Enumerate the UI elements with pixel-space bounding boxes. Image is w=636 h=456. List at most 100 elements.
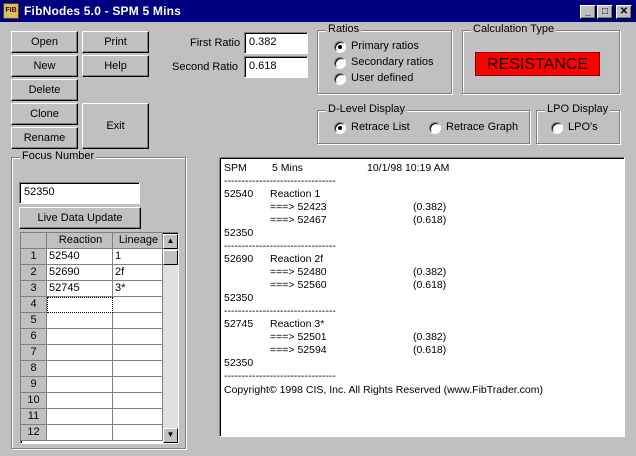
grid-row-number[interactable]: 9 [21, 377, 47, 393]
grid-row-number[interactable]: 10 [21, 393, 47, 409]
reaction-cell[interactable] [47, 425, 113, 441]
reaction-cell[interactable] [47, 345, 113, 361]
retrace-level: ===> 52501 [270, 331, 327, 343]
lineage-cell[interactable] [113, 361, 163, 377]
reaction-cell[interactable] [47, 393, 113, 409]
focus-number-line: 52350 [224, 292, 254, 304]
output-symbol: SPM [224, 162, 247, 174]
lpo-display-title: LPO Display [545, 103, 611, 115]
lineage-cell[interactable] [113, 345, 163, 361]
radio-icon [551, 122, 563, 134]
focus-number-line: 52350 [224, 357, 254, 369]
grid-row-number[interactable]: 3 [21, 281, 47, 297]
reaction-column-header[interactable]: Reaction [47, 233, 113, 249]
live-data-update-button[interactable]: Live Data Update [19, 207, 141, 229]
app-icon: FIB [3, 3, 19, 19]
reaction-cell[interactable] [47, 297, 113, 313]
grid-row-number[interactable]: 2 [21, 265, 47, 281]
retrace-level: ===> 52480 [270, 266, 327, 278]
retrace-ratio: (0.618) [413, 279, 447, 291]
grid-row-number[interactable]: 12 [21, 425, 47, 441]
focus-number-input[interactable]: 52350 [19, 182, 140, 204]
retrace-graph-label: Retrace Graph [446, 121, 519, 133]
reaction-cell[interactable] [47, 409, 113, 425]
retrace-ratio: (0.382) [413, 266, 447, 278]
scroll-down-icon[interactable]: ▼ [163, 428, 178, 443]
primary-ratios-label: Primary ratios [351, 40, 419, 52]
lineage-cell[interactable] [113, 313, 163, 329]
grid-row-number[interactable]: 8 [21, 361, 47, 377]
reaction-cell[interactable]: 52745 [47, 281, 113, 297]
lpo-display-group: LPO Display LPO's [536, 103, 620, 144]
reaction-label: Reaction 2f [270, 253, 324, 265]
secondary-ratios-label: Secondary ratios [351, 56, 434, 68]
reaction-cell[interactable]: 52690 [47, 265, 113, 281]
grid-row-number[interactable]: 5 [21, 313, 47, 329]
retrace-output-panel[interactable]: SPM 5 Mins 10/1/98 10:19 AM ---------------… [219, 157, 625, 437]
grid-row-number[interactable]: 4 [21, 297, 47, 313]
close-button[interactable]: ✕ [616, 5, 632, 19]
lineage-cell[interactable]: 2f [113, 265, 163, 281]
radio-icon [334, 57, 346, 69]
rename-button[interactable]: Rename [11, 127, 78, 149]
first-ratio-input[interactable]: 0.382 [244, 32, 308, 54]
reaction-cell[interactable] [47, 377, 113, 393]
retrace-level: ===> 52594 [270, 344, 327, 356]
reaction-cell[interactable] [47, 313, 113, 329]
radio-selected-icon [334, 122, 346, 134]
calculation-type-indicator[interactable]: RESISTANCE [475, 52, 600, 76]
d-level-display-title: D-Level Display [326, 103, 408, 115]
radio-icon [334, 73, 346, 85]
exit-button[interactable]: Exit [82, 103, 149, 149]
help-button[interactable]: Help [82, 55, 149, 77]
clone-button[interactable]: Clone [11, 103, 78, 125]
lineage-cell[interactable] [113, 377, 163, 393]
reaction-price: 52690 [224, 253, 254, 265]
reaction-label: Reaction 3* [270, 318, 325, 330]
output-datetime: 10/1/98 10:19 AM [367, 162, 450, 174]
grid-corner [21, 233, 47, 249]
reaction-price: 52745 [224, 318, 254, 330]
reaction-cell[interactable] [47, 329, 113, 345]
delete-button[interactable]: Delete [11, 79, 78, 101]
scroll-thumb[interactable] [163, 250, 178, 265]
copyright-text: Copyright© 1998 CIS, Inc. All Rights Res… [224, 384, 543, 396]
grid-row-number[interactable]: 1 [21, 249, 47, 265]
lineage-cell[interactable]: 1 [113, 249, 163, 265]
window-title: FibNodes 5.0 - SPM 5 Mins [24, 4, 182, 18]
calculation-type-title: Calculation Type [471, 23, 557, 35]
ratios-group: Ratios Primary ratios Secondary ratios U… [317, 23, 452, 94]
grid-row-number[interactable]: 7 [21, 345, 47, 361]
retrace-ratio: (0.618) [413, 344, 447, 356]
retrace-list-label: Retrace List [351, 121, 410, 133]
new-button[interactable]: New [11, 55, 78, 77]
retrace-ratio: (0.618) [413, 214, 447, 226]
lineage-cell[interactable]: 3* [113, 281, 163, 297]
ratios-group-title: Ratios [326, 23, 362, 35]
focus-number-title: Focus Number [20, 150, 97, 162]
retrace-level: ===> 52423 [270, 201, 327, 213]
reaction-cell[interactable] [47, 361, 113, 377]
minimize-button[interactable]: _ [580, 5, 596, 19]
lineage-cell[interactable] [113, 329, 163, 345]
lineage-column-header[interactable]: Lineage [113, 233, 163, 249]
grid-row-number[interactable]: 6 [21, 329, 47, 345]
reaction-grid[interactable]: Reaction Lineage 1 52540 1 2 52690 2f 3 52745 3*… [20, 232, 179, 444]
reaction-cell[interactable]: 52540 [47, 249, 113, 265]
retrace-level: ===> 52467 [270, 214, 327, 226]
maximize-button[interactable]: □ [597, 5, 613, 19]
output-interval: 5 Mins [272, 162, 303, 174]
lineage-cell[interactable] [113, 297, 163, 313]
lineage-cell[interactable] [113, 393, 163, 409]
grid-scrollbar[interactable]: ▲ ▼ [163, 234, 178, 443]
second-ratio-input[interactable]: 0.618 [244, 56, 308, 78]
focus-number-line: 52350 [224, 227, 254, 239]
print-button[interactable]: Print [82, 31, 149, 53]
open-button[interactable]: Open [11, 31, 78, 53]
lineage-cell[interactable] [113, 425, 163, 441]
retrace-ratio: (0.382) [413, 201, 447, 213]
lineage-cell[interactable] [113, 409, 163, 425]
grid-row-number[interactable]: 11 [21, 409, 47, 425]
output-separator: -------------------------------- [224, 305, 336, 317]
scroll-up-icon[interactable]: ▲ [163, 234, 178, 249]
